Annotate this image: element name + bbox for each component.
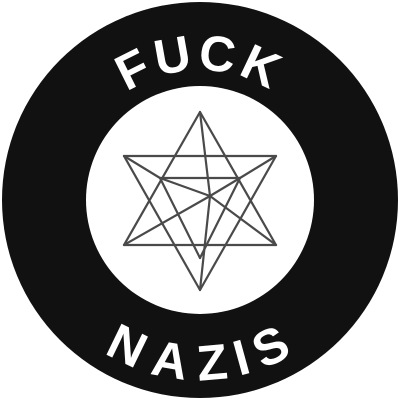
patch-badge: FUCK NAZIS — [2, 2, 398, 398]
